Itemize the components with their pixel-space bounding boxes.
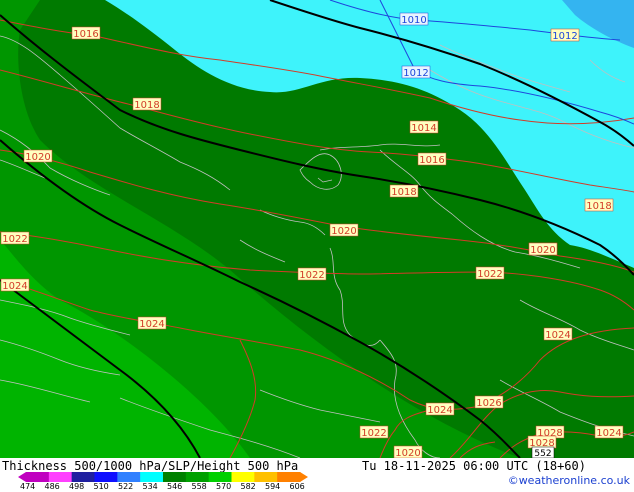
valid-time: Tu 18-11-2025 06:00 UTC (18+60) xyxy=(362,459,586,473)
map-title: Thickness 500/1000 hPa/SLP/Height 500 hP… xyxy=(2,459,299,473)
credit-link[interactable]: ©weatheronline.co.uk xyxy=(508,474,630,487)
isobar-label: 1022 xyxy=(475,266,505,280)
isobar-label: 1014 xyxy=(409,120,439,134)
svg-text:1020: 1020 xyxy=(331,226,356,237)
isobar-label: 1012 xyxy=(550,28,580,42)
svg-text:1014: 1014 xyxy=(411,123,436,134)
svg-text:1010: 1010 xyxy=(401,15,426,26)
isobar-label: 1024 xyxy=(543,327,573,341)
isobar-label: 1018 xyxy=(132,97,162,111)
svg-text:1022: 1022 xyxy=(299,270,324,281)
isobar-label: 1020 xyxy=(23,149,53,163)
isobar-label: 1020 xyxy=(393,445,423,458)
weather-map: 1016 1018 1020 1022 1024 1020 1022 1014 … xyxy=(0,0,634,458)
svg-text:1026: 1026 xyxy=(476,398,501,409)
isobar-label: 1026 xyxy=(474,395,504,409)
svg-text:1018: 1018 xyxy=(134,100,159,111)
svg-text:1020: 1020 xyxy=(530,245,555,256)
svg-text:1020: 1020 xyxy=(395,448,420,458)
isobar-label: 1022 xyxy=(0,231,30,245)
svg-text:1024: 1024 xyxy=(139,319,164,330)
scale-cell xyxy=(71,472,95,482)
scale-cell xyxy=(208,472,232,482)
svg-text:1020: 1020 xyxy=(25,152,50,163)
isobar-label-blue: 1012 xyxy=(401,65,431,79)
scale-arrow-right xyxy=(300,472,308,482)
svg-text:1024: 1024 xyxy=(2,281,27,292)
svg-text:1016: 1016 xyxy=(419,155,444,166)
isobar-label-blue: 1010 xyxy=(399,12,429,26)
isobar-label: 1024 xyxy=(137,316,167,330)
isobar-label: 1016 xyxy=(417,152,447,166)
scale-cell xyxy=(117,472,141,482)
svg-text:1024: 1024 xyxy=(545,330,570,341)
svg-text:1018: 1018 xyxy=(391,187,416,198)
isobar-label: 1024 xyxy=(0,278,30,292)
svg-text:1018: 1018 xyxy=(586,201,611,212)
footer: Thickness 500/1000 hPa/SLP/Height 500 hP… xyxy=(0,458,634,492)
scale-cell xyxy=(140,472,164,482)
color-scale-labels: 474 486 498 510 522 534 546 558 570 582 594 606 xyxy=(4,482,334,492)
isobar-label: 1022 xyxy=(359,425,389,439)
svg-text:1024: 1024 xyxy=(596,428,621,439)
isobar-label: 1018 xyxy=(584,198,614,212)
scale-cell xyxy=(277,472,301,482)
scale-cell xyxy=(48,472,73,482)
svg-text:1012: 1012 xyxy=(403,68,428,79)
scale-cell xyxy=(26,472,50,482)
isobar-label: 1024 xyxy=(425,402,455,416)
isobar-label: 1020 xyxy=(329,223,359,237)
svg-text:1022: 1022 xyxy=(2,234,27,245)
svg-text:552: 552 xyxy=(534,449,551,458)
isobar-label: 1016 xyxy=(71,26,101,40)
height-label: 552 xyxy=(531,446,555,458)
scale-cell xyxy=(185,472,210,482)
scale-cell xyxy=(163,472,187,482)
scale-cell xyxy=(254,472,278,482)
isobar-label: 1024 xyxy=(594,425,624,439)
svg-text:1022: 1022 xyxy=(361,428,386,439)
svg-text:1024: 1024 xyxy=(427,405,452,416)
svg-text:1016: 1016 xyxy=(73,29,98,40)
isobar-label: 1020 xyxy=(528,242,558,256)
color-scale xyxy=(18,472,308,482)
scale-cell xyxy=(231,472,255,482)
isobar-label: 1018 xyxy=(389,184,419,198)
isobar-label: 1022 xyxy=(297,267,327,281)
scale-cell xyxy=(94,472,118,482)
svg-text:1012: 1012 xyxy=(552,31,577,42)
scale-arrow-left xyxy=(18,472,26,482)
svg-text:1022: 1022 xyxy=(477,269,502,280)
